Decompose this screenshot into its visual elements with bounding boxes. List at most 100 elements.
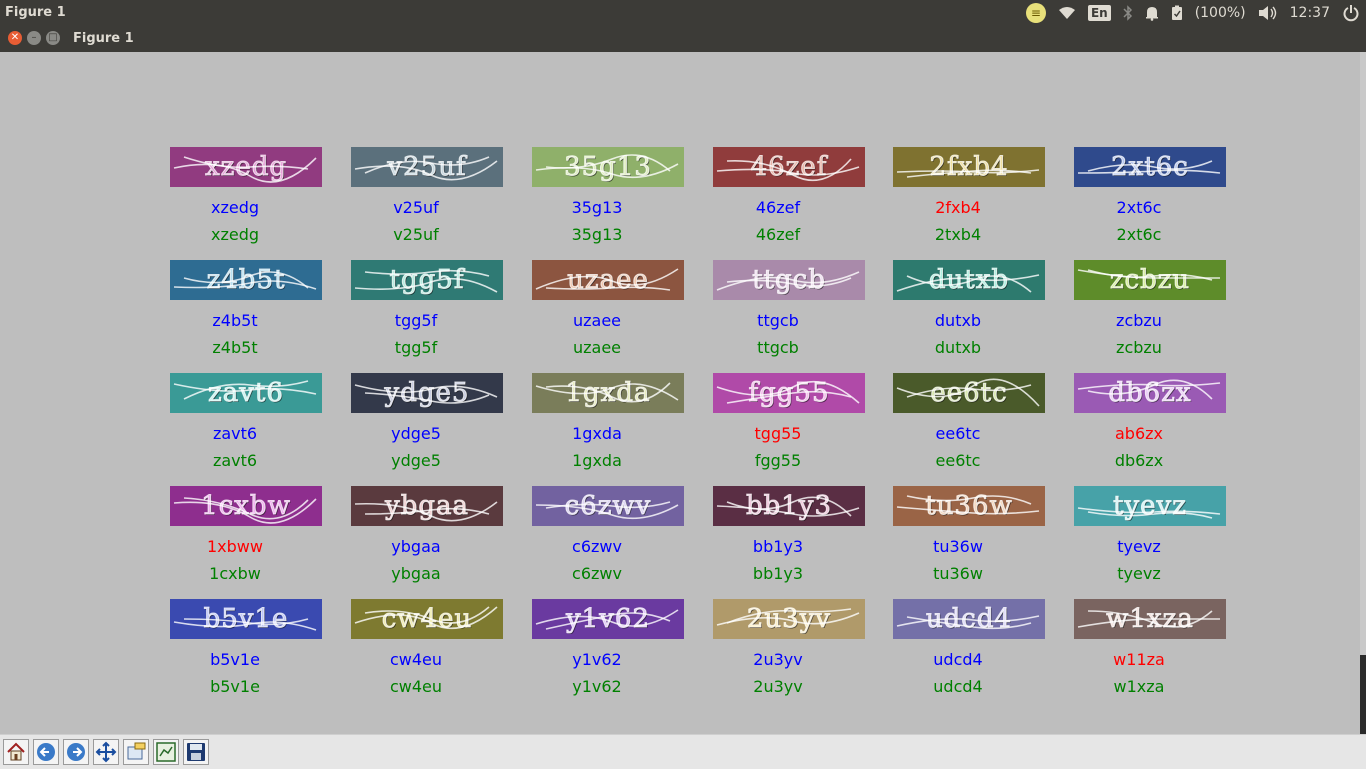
captcha-noise-lines bbox=[896, 615, 1040, 630]
prediction-label: 1xbww bbox=[207, 537, 263, 556]
prediction-label: 35g13 bbox=[571, 198, 623, 217]
captcha-cell: z4b5t z4b5t z4b5t bbox=[170, 260, 322, 361]
ground-truth-label: 35g13 bbox=[571, 225, 623, 244]
captcha-noise-lines bbox=[716, 158, 860, 182]
ground-truth-label: 2u3yv bbox=[753, 677, 803, 696]
figure-canvas: xzedg xzedg xzedg v25uf v25uf v25uf 35g13 35g13… bbox=[0, 52, 1366, 734]
back-button[interactable] bbox=[33, 739, 59, 765]
prediction-label: xzedg bbox=[210, 198, 260, 217]
captcha-cell: 35g13 35g13 35g13 bbox=[532, 147, 684, 248]
captcha-image: tu36w bbox=[893, 486, 1045, 526]
captcha-image: 1gxda bbox=[532, 373, 684, 413]
captcha-image: dutxb bbox=[893, 260, 1045, 300]
ground-truth-label: tu36w bbox=[933, 564, 983, 583]
captcha-cell: 2u3yv 2u3yv 2u3yv bbox=[713, 599, 865, 700]
prediction-label: ee6tc bbox=[935, 424, 981, 443]
captcha-noise-lines bbox=[354, 501, 498, 522]
power-icon[interactable] bbox=[1342, 4, 1360, 22]
arrow-right-icon bbox=[67, 743, 85, 761]
captcha-noise-lines bbox=[1077, 160, 1221, 174]
configure-subplots-button[interactable] bbox=[153, 739, 179, 765]
prediction-label: y1v62 bbox=[572, 650, 622, 669]
captcha-image: tyevz bbox=[1074, 486, 1226, 526]
prediction-label: 46zef bbox=[755, 198, 801, 217]
ground-truth-label: tyevz bbox=[1117, 564, 1161, 583]
scrollbar-thumb[interactable] bbox=[1360, 655, 1366, 734]
captcha-image: y1v62 bbox=[532, 599, 684, 639]
wifi-icon[interactable] bbox=[1058, 4, 1076, 22]
window-close-button[interactable]: ✕ bbox=[8, 31, 22, 45]
captcha-cell: bb1y3 bb1y3 bb1y3 bbox=[713, 486, 865, 587]
pan-button[interactable] bbox=[93, 739, 119, 765]
bluetooth-icon[interactable] bbox=[1123, 4, 1133, 22]
captcha-image: 35g13 bbox=[532, 147, 684, 187]
captcha-cell: zcbzu zcbzu zcbzu bbox=[1074, 260, 1226, 361]
ground-truth-label: 1cxbw bbox=[209, 564, 261, 583]
arrow-left-icon bbox=[37, 743, 55, 761]
window-title: Figure 1 bbox=[73, 31, 134, 46]
prediction-label: ab6zx bbox=[1114, 424, 1163, 443]
zoom-button[interactable] bbox=[123, 739, 149, 765]
captcha-noise-lines bbox=[354, 156, 498, 181]
bell-icon[interactable] bbox=[1145, 4, 1159, 22]
captcha-noise-lines bbox=[1077, 507, 1221, 519]
ground-truth-label: udcd4 bbox=[933, 677, 983, 696]
prediction-label: tu36w bbox=[933, 537, 983, 556]
prediction-label: 1gxda bbox=[572, 424, 622, 443]
captcha-noise-lines bbox=[896, 274, 1040, 293]
captcha-cell: fgg55 tgg55 fgg55 bbox=[713, 373, 865, 474]
prediction-label: 2xt6c bbox=[1116, 198, 1162, 217]
captcha-image: zcbzu bbox=[1074, 260, 1226, 300]
captcha-noise-lines bbox=[354, 269, 498, 293]
captcha-image: ydge5 bbox=[351, 373, 503, 413]
window-maximize-button[interactable]: □ bbox=[46, 31, 60, 45]
prediction-label: c6zwv bbox=[572, 537, 622, 556]
captcha-image: 2fxb4 bbox=[893, 147, 1045, 187]
ground-truth-label: uzaee bbox=[572, 338, 622, 357]
system-top-bar: Figure 1 ≡ En (100%) 12:37 bbox=[0, 0, 1366, 25]
prediction-label: zcbzu bbox=[1116, 311, 1162, 330]
ground-truth-label: dutxb bbox=[934, 338, 982, 357]
battery-icon[interactable] bbox=[1171, 4, 1183, 22]
captcha-image: 46zef bbox=[713, 147, 865, 187]
prediction-label: bb1y3 bbox=[752, 537, 804, 556]
captcha-image: tgg5f bbox=[351, 260, 503, 300]
window-minimize-button[interactable]: – bbox=[27, 31, 41, 45]
captcha-noise-lines bbox=[716, 496, 860, 517]
prediction-label: tgg5f bbox=[394, 311, 438, 330]
forward-button[interactable] bbox=[63, 739, 89, 765]
captcha-image: 1cxbw bbox=[170, 486, 322, 526]
captcha-cell: ybgaa ybgaa ybgaa bbox=[351, 486, 503, 587]
captcha-noise-lines bbox=[173, 618, 317, 631]
captcha-cell: tgg5f tgg5f tgg5f bbox=[351, 260, 503, 361]
captcha-noise-lines bbox=[354, 384, 498, 404]
recorder-icon[interactable]: ≡ bbox=[1025, 2, 1046, 23]
prediction-label: ybgaa bbox=[391, 537, 441, 556]
keyboard-layout-indicator[interactable]: En bbox=[1087, 4, 1111, 21]
prediction-label: uzaee bbox=[572, 311, 622, 330]
prediction-label: tyevz bbox=[1117, 537, 1161, 556]
save-button[interactable] bbox=[183, 739, 209, 765]
ground-truth-label: z4b5t bbox=[212, 338, 258, 357]
home-button[interactable] bbox=[3, 739, 29, 765]
captcha-cell: 1cxbw 1xbww 1cxbw bbox=[170, 486, 322, 587]
captcha-cell: ttgcb ttgcb ttgcb bbox=[713, 260, 865, 361]
prediction-label: v25uf bbox=[393, 198, 439, 217]
ground-truth-label: w1xza bbox=[1113, 677, 1165, 696]
ground-truth-label: ybgaa bbox=[391, 564, 441, 583]
scrollbar-track[interactable] bbox=[1360, 52, 1366, 734]
captcha-cell: db6zx ab6zx db6zx bbox=[1074, 373, 1226, 474]
captcha-cell: dutxb dutxb dutxb bbox=[893, 260, 1045, 361]
volume-icon[interactable] bbox=[1258, 4, 1278, 22]
ground-truth-label: 2xt6c bbox=[1116, 225, 1162, 244]
captcha-image: ttgcb bbox=[713, 260, 865, 300]
ground-truth-label: 46zef bbox=[755, 225, 801, 244]
ground-truth-label: c6zwv bbox=[572, 564, 622, 583]
ground-truth-label: tgg5f bbox=[394, 338, 438, 357]
captcha-noise-lines bbox=[1077, 610, 1220, 628]
prediction-label: cw4eu bbox=[389, 650, 443, 669]
clock[interactable]: 12:37 bbox=[1290, 4, 1330, 22]
captcha-image: ee6tc bbox=[893, 373, 1045, 413]
home-icon bbox=[7, 742, 25, 761]
captcha-noise-lines bbox=[173, 271, 317, 290]
